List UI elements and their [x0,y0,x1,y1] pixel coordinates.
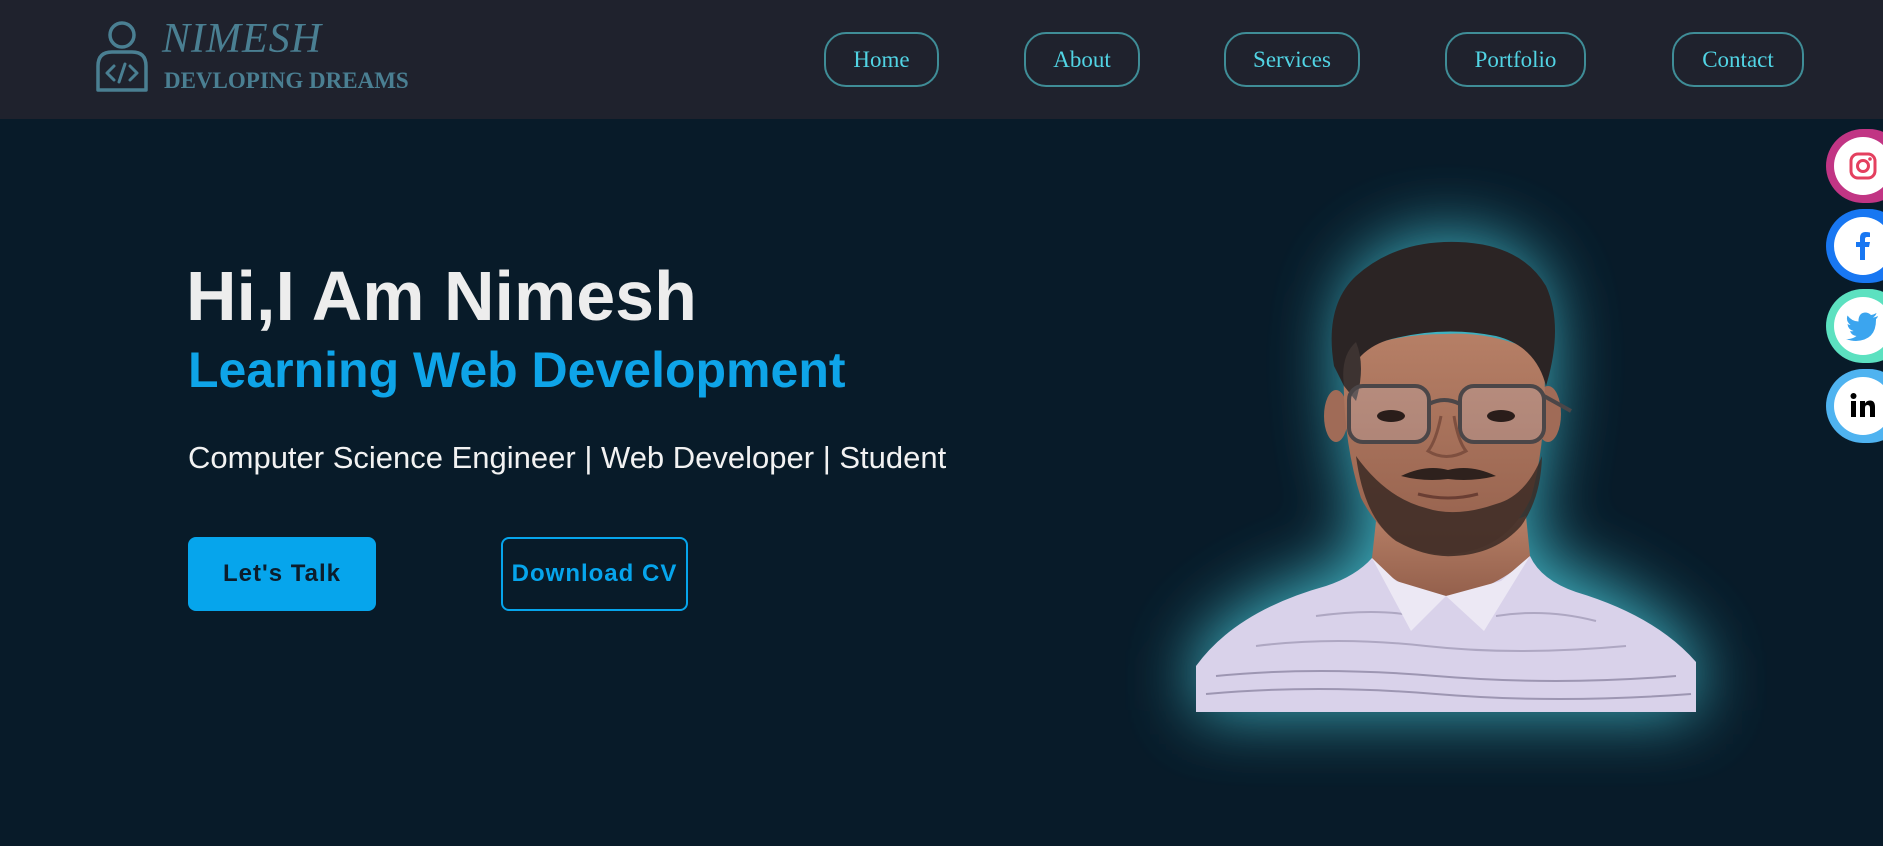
twitter-icon [1846,312,1878,341]
nav-services-button[interactable]: Services [1224,32,1360,87]
hero-roles: Computer Science Engineer | Web Develope… [188,440,947,475]
site-header: NIMESH DEVLOPING DREAMS Home About Servi… [0,0,1883,119]
download-cv-button[interactable]: Download CV [501,537,688,611]
profile-photo [1196,236,1696,712]
lets-talk-button[interactable]: Let's Talk [188,537,376,611]
nav-portfolio-button[interactable]: Portfolio [1445,32,1586,87]
brand-name: NIMESH [162,16,322,62]
instagram-link[interactable] [1826,129,1883,203]
brand-tagline: DEVLOPING DREAMS [164,68,409,93]
nav-home-button[interactable]: Home [824,32,939,87]
facebook-link[interactable] [1826,209,1883,283]
linkedin-icon [1850,393,1875,417]
developer-person-icon [96,21,148,92]
hero-greeting: Hi,I Am Nimesh [186,257,697,335]
hero-subtitle: Learning Web Development [188,342,846,398]
twitter-link[interactable] [1826,289,1883,363]
nav-about-button[interactable]: About [1024,32,1140,87]
nav-contact-button[interactable]: Contact [1672,32,1804,87]
facebook-icon [1856,232,1870,260]
linkedin-link[interactable] [1826,369,1883,443]
instagram-icon [1849,152,1877,180]
site-logo[interactable]: NIMESH DEVLOPING DREAMS [92,18,422,98]
